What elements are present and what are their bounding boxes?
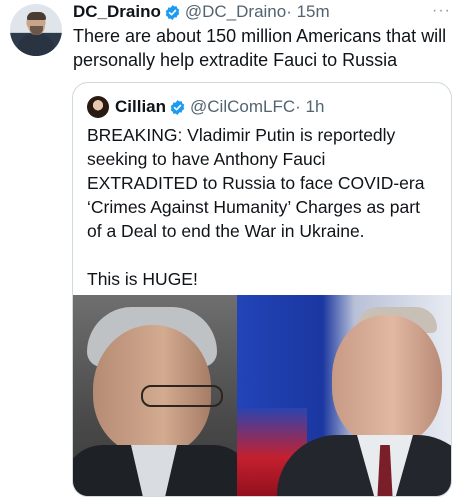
quoted-author-avatar <box>87 96 109 118</box>
quoted-tweet-text: BREAKING: Vladimir Putin is reportedly s… <box>87 123 437 291</box>
quoted-tweet-timestamp: · 1h <box>295 97 325 116</box>
tweet-text: There are about 150 million Americans th… <box>73 26 447 70</box>
photo-putin[interactable] <box>237 295 451 496</box>
quoted-author-handle: @CilComLFC <box>190 97 296 116</box>
more-options-icon[interactable]: ··· <box>432 2 451 20</box>
author-handle[interactable]: @DC_Draino <box>185 2 286 22</box>
tweet-timestamp[interactable]: · 15m <box>286 2 329 22</box>
quoted-paragraph-1: BREAKING: Vladimir Putin is reportedly s… <box>87 125 425 241</box>
author-avatar[interactable] <box>10 4 62 56</box>
verified-badge-icon <box>165 4 180 20</box>
author-display-name[interactable]: DC_Draino <box>73 2 161 22</box>
quoted-tweet-header: Cillian @CilComLFC · 1h <box>87 95 324 119</box>
quoted-author-display-name: Cillian <box>115 97 167 116</box>
quoted-paragraph-2: This is HUGE! <box>87 269 198 289</box>
tweet-header: DC_Draino @DC_Draino · 15m <box>73 1 330 23</box>
verified-badge-icon <box>170 99 185 115</box>
quoted-media[interactable] <box>73 295 451 496</box>
photo-fauci[interactable] <box>73 295 237 496</box>
quoted-tweet[interactable]: Cillian @CilComLFC · 1h BREAKING: Vladim… <box>72 82 452 497</box>
